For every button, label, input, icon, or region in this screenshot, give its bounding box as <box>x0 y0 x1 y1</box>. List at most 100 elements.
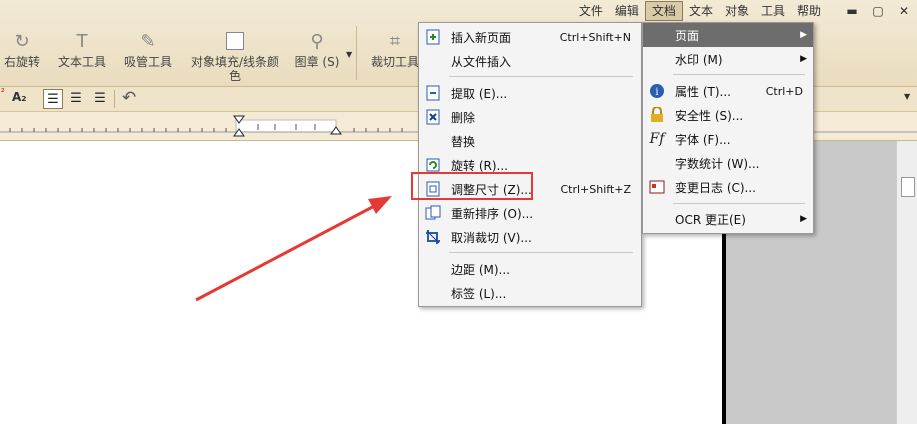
toolbar-divider <box>356 26 357 80</box>
menu-tools[interactable]: 工具 <box>755 2 791 20</box>
toolbar-overflow-icon[interactable]: ▼ <box>904 92 910 101</box>
menu-separator <box>449 76 633 77</box>
menu-bar: 文件 编辑 文档 文本 对象 工具 帮助 ▬ ▢ ✕ <box>573 0 917 22</box>
submenu-item-fonts[interactable]: Ff 字体 (F)... <box>643 127 813 151</box>
submenu-item-properties[interactable]: i 属性 (T)... Ctrl+D <box>643 79 813 103</box>
menu-text[interactable]: 文本 <box>683 2 719 20</box>
menu-item-label: 变更日志 (C)... <box>675 180 757 195</box>
subscript-button[interactable]: A₂ <box>12 90 27 104</box>
color-swatch-icon <box>226 30 244 52</box>
menu-item-label: 安全性 (S)... <box>675 108 744 123</box>
menu-object[interactable]: 对象 <box>719 2 755 20</box>
highlight-box <box>411 172 533 200</box>
menu-item-label: 水印 (M) <box>675 52 723 67</box>
menu-item-delete[interactable]: 删除 <box>419 105 641 129</box>
maximize-button[interactable]: ▢ <box>865 2 891 20</box>
align-left-icon[interactable]: ☰ <box>43 89 63 109</box>
crop-tool[interactable]: ⌗ 裁切工具 <box>370 30 420 70</box>
text-tool-icon: T <box>76 30 88 52</box>
menu-document[interactable]: 文档 <box>644 1 683 21</box>
submenu-item-watermark[interactable]: 水印 (M) ▶ <box>643 47 813 71</box>
menu-item-label: 标签 (L)... <box>451 286 507 301</box>
eyedropper-tool[interactable]: ✎ 吸管工具 <box>122 30 174 70</box>
lock-icon <box>649 107 665 123</box>
stamp-dropdown-icon[interactable]: ▼ <box>346 50 352 59</box>
uncrop-icon <box>425 229 441 245</box>
menu-item-label: 插入新页面 <box>451 30 512 45</box>
menu-item-label: 取消裁切 (V)... <box>451 230 532 245</box>
menu-item-label: 重新排序 (O)... <box>451 206 534 221</box>
tool-label: 对象填充/线条颜色 <box>190 55 280 83</box>
menu-item-shortcut: Ctrl+D <box>765 84 803 98</box>
menu-item-label: 从文件插入 <box>451 54 512 69</box>
menu-item-reorder[interactable]: 重新排序 (O)... <box>419 201 641 225</box>
tool-label: 图章 (S) <box>294 55 340 69</box>
menu-item-label: 删除 <box>451 110 476 125</box>
delete-page-icon <box>425 109 441 125</box>
tool-label: 右旋转 <box>3 55 40 69</box>
menu-item-label: 边距 (M)... <box>451 262 510 277</box>
menu-help[interactable]: 帮助 <box>791 2 827 20</box>
stamp-icon: ⚲ <box>310 30 324 52</box>
extract-icon <box>425 85 441 101</box>
changelog-icon <box>649 179 665 195</box>
menu-item-label: 替换 <box>451 134 476 149</box>
align-justify-icon[interactable]: ☰ <box>91 89 109 107</box>
menu-file[interactable]: 文件 <box>573 2 609 20</box>
menu-separator <box>449 252 633 253</box>
rotate-right-icon: ↻ <box>14 30 30 52</box>
rotate-icon <box>425 157 441 173</box>
submenu-item-word-count[interactable]: 字数统计 (W)... <box>643 151 813 175</box>
menu-item-label: 字体 (F)... <box>675 132 731 147</box>
rotate-right-tool[interactable]: ↻ 右旋转 <box>2 30 42 70</box>
close-button[interactable]: ✕ <box>891 2 917 20</box>
insert-page-icon <box>425 29 441 45</box>
menu-item-label: 属性 (T)... <box>675 84 731 99</box>
menu-item-shortcut: Ctrl+Shift+N <box>559 30 631 44</box>
document-submenu: 页面 ▶ 水印 (M) ▶ i 属性 (T)... Ctrl+D 安全性 (S)… <box>642 22 814 234</box>
submenu-item-change-log[interactable]: 变更日志 (C)... <box>643 175 813 199</box>
menu-item-extract[interactable]: 提取 (E)... <box>419 81 641 105</box>
menu-separator <box>673 203 805 204</box>
menu-item-uncrop[interactable]: 取消裁切 (V)... <box>419 225 641 249</box>
menu-item-label: OCR 更正(E) <box>675 212 746 227</box>
document-menu: 插入新页面 Ctrl+Shift+N 从文件插入 提取 (E)... 删除 替换… <box>418 22 642 307</box>
menu-item-label: 旋转 (R)... <box>451 158 508 173</box>
tool-label: 裁切工具 <box>370 55 419 69</box>
menu-item-label: 页面 <box>675 28 700 43</box>
tool-label: 文本工具 <box>57 55 106 69</box>
submenu-arrow-icon: ▶ <box>800 214 807 224</box>
vertical-scrollbar[interactable] <box>896 141 917 424</box>
menu-edit[interactable]: 编辑 <box>609 2 645 20</box>
menu-item-shortcut: Ctrl+Shift+Z <box>560 182 631 196</box>
tool-label: 吸管工具 <box>123 55 172 69</box>
menu-separator <box>673 74 805 75</box>
menu-item-insert-page[interactable]: 插入新页面 Ctrl+Shift+N <box>419 25 641 49</box>
svg-text:i: i <box>655 87 658 98</box>
crop-icon: ⌗ <box>389 30 401 52</box>
reorder-icon <box>425 205 441 221</box>
menu-item-replace[interactable]: 替换 <box>419 129 641 153</box>
font-icon: Ff <box>649 131 665 147</box>
submenu-arrow-icon: ▶ <box>800 54 807 64</box>
submenu-item-page[interactable]: 页面 ▶ <box>643 23 813 47</box>
superscript-button[interactable]: ² <box>1 88 5 98</box>
eyedropper-icon: ✎ <box>140 30 156 52</box>
minimize-button[interactable]: ▬ <box>839 2 865 20</box>
menu-item-labels[interactable]: 标签 (L)... <box>419 281 641 305</box>
menu-item-label: 提取 (E)... <box>451 86 508 101</box>
menu-item-margins[interactable]: 边距 (M)... <box>419 257 641 281</box>
stamp-tool[interactable]: ⚲ 图章 (S) <box>294 30 340 70</box>
submenu-item-ocr-correction[interactable]: OCR 更正(E) ▶ <box>643 207 813 231</box>
divider <box>114 90 115 108</box>
fill-stroke-color-tool[interactable]: 对象填充/线条颜色 <box>186 30 284 83</box>
submenu-arrow-icon: ▶ <box>800 30 807 40</box>
menu-item-label: 字数统计 (W)... <box>675 156 760 171</box>
scrollbar-thumb[interactable] <box>901 177 915 197</box>
submenu-item-security[interactable]: 安全性 (S)... <box>643 103 813 127</box>
info-icon: i <box>649 83 665 99</box>
menu-item-insert-from-file[interactable]: 从文件插入 <box>419 49 641 73</box>
text-tool[interactable]: T 文本工具 <box>56 30 108 70</box>
undo-icon[interactable]: ↶ <box>122 88 136 108</box>
align-center-icon[interactable]: ☰ <box>67 89 85 107</box>
